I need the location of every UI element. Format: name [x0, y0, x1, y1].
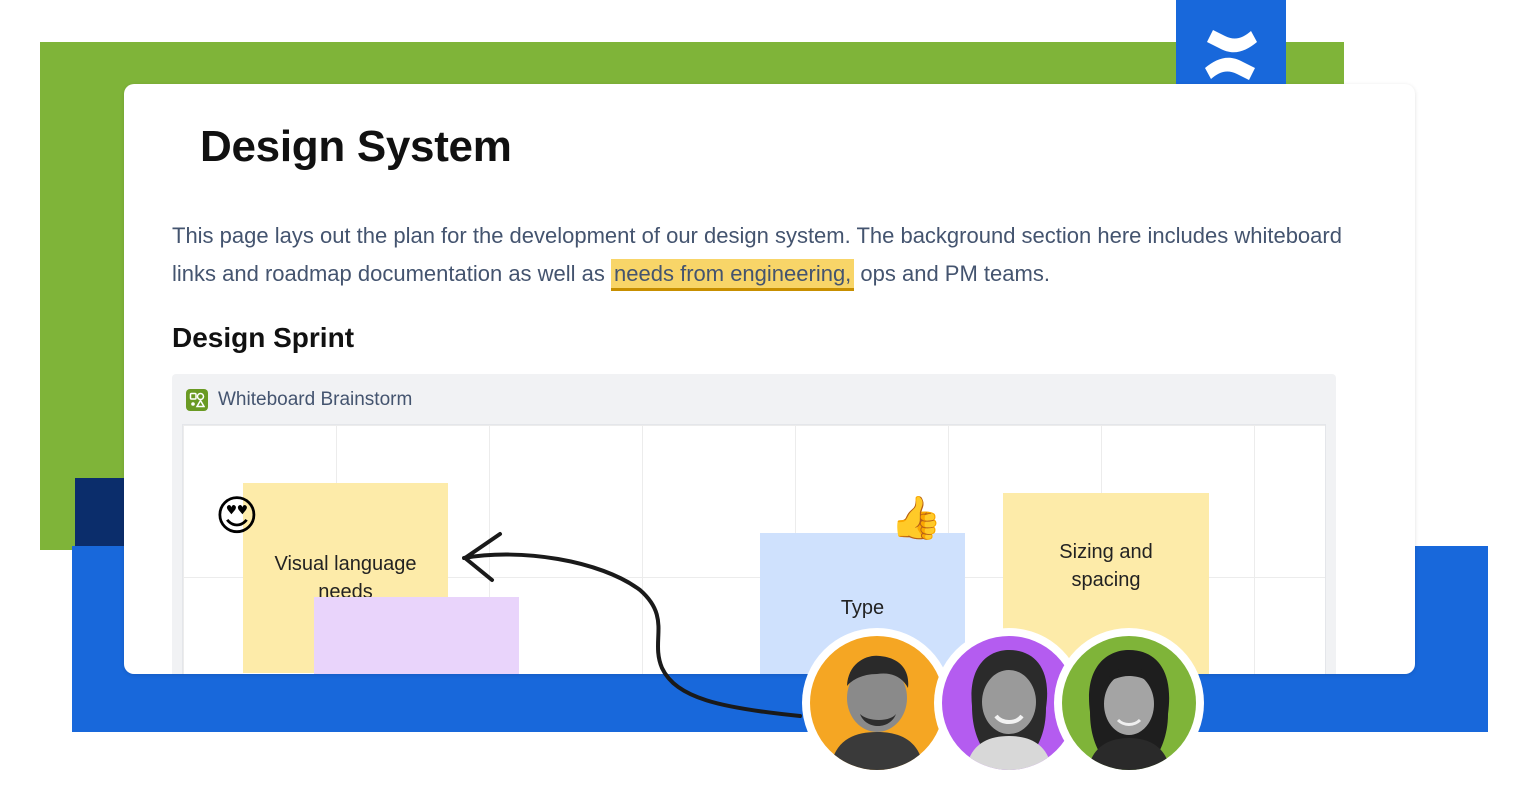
- whiteboard-icon: [186, 389, 208, 411]
- sticky-note-label: Sizing and spacing: [1059, 540, 1153, 591]
- heart-eyes-emoji: 😍: [215, 491, 259, 540]
- confluence-page: Design System This page lays out the pla…: [124, 84, 1415, 674]
- avatar-photo: [1062, 636, 1196, 770]
- sticky-note-label: Type: [840, 597, 885, 619]
- highlighted-text: needs from engineering,: [611, 259, 855, 291]
- thumbs-up-emoji: 👍: [890, 493, 943, 542]
- collaborator-avatar-1[interactable]: [802, 628, 952, 778]
- avatar-photo: [810, 636, 944, 770]
- intro-text-end: ops and PM teams.: [854, 261, 1050, 286]
- whiteboard-embed[interactable]: Whiteboard Brainstorm Visual language ne…: [172, 374, 1336, 674]
- whiteboard-title: Whiteboard Brainstorm: [218, 389, 413, 410]
- whiteboard-embed-header[interactable]: Whiteboard Brainstorm: [186, 386, 412, 414]
- section-heading: Design Sprint: [172, 322, 355, 353]
- page-intro-paragraph: This page lays out the plan for the deve…: [172, 217, 1387, 293]
- sticky-note-purple[interactable]: [314, 597, 519, 674]
- collaborator-avatar-3[interactable]: [1054, 628, 1204, 778]
- page-title: Design System: [200, 122, 512, 171]
